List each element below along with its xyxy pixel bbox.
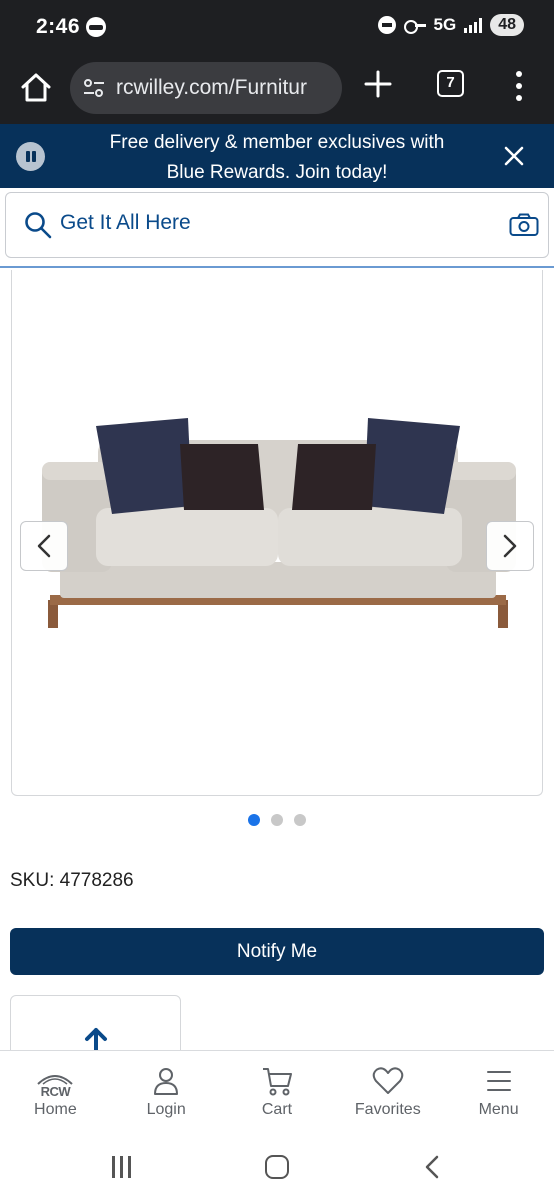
search-box[interactable]: Get It All Here xyxy=(5,192,549,258)
nav-label: Home xyxy=(34,1101,77,1118)
recent-apps-icon[interactable] xyxy=(110,1156,134,1178)
pagination-dot[interactable] xyxy=(294,814,306,826)
status-indicators: 5G 48 xyxy=(377,14,524,36)
heart-icon xyxy=(372,1067,404,1094)
search-input[interactable]: Get It All Here xyxy=(60,211,191,235)
new-tab-icon[interactable] xyxy=(360,66,396,102)
nav-menu[interactable]: Menu xyxy=(443,1051,554,1127)
rcw-logo-icon: RCW xyxy=(35,1071,75,1099)
system-navigation-bar xyxy=(0,1126,554,1200)
status-time: 2:46 xyxy=(36,15,81,38)
app-notification-icon xyxy=(86,17,106,37)
signal-icon xyxy=(464,17,483,33)
sku-label: SKU: xyxy=(10,870,55,891)
notify-me-button[interactable]: Notify Me xyxy=(10,928,544,975)
sku-value: 4778286 xyxy=(59,870,134,891)
network-type: 5G xyxy=(433,15,457,34)
nav-label: Cart xyxy=(261,1101,293,1118)
nav-label: Favorites xyxy=(354,1101,421,1118)
sofa-image xyxy=(42,418,516,628)
chevron-left-icon xyxy=(37,534,51,558)
person-icon xyxy=(154,1068,179,1095)
browser-toolbar: rcwilley.com/Furnitur 7 xyxy=(0,54,554,124)
product-image-gallery[interactable] xyxy=(11,270,543,796)
status-bar: 2:46 5G 48 xyxy=(0,0,554,54)
nav-label: Login xyxy=(146,1101,186,1118)
pause-icon[interactable] xyxy=(16,142,45,171)
nav-label: Menu xyxy=(478,1101,519,1118)
hamburger-icon xyxy=(486,1071,511,1091)
cart-icon xyxy=(262,1068,292,1096)
promo-line-2: Blue Rewards. Join today! xyxy=(166,162,388,183)
site-settings-icon[interactable] xyxy=(82,76,106,100)
previous-image-button[interactable] xyxy=(20,521,68,571)
header-divider xyxy=(0,266,554,268)
promo-text[interactable]: Free delivery & member exclusives with B… xyxy=(60,128,494,188)
url-text: rcwilley.com/Furnitur xyxy=(116,76,307,99)
tab-switcher-button[interactable]: 7 xyxy=(437,70,464,97)
vpn-key-icon xyxy=(403,19,426,34)
system-home-icon[interactable] xyxy=(265,1155,289,1179)
bottom-nav: RCW Home Login Cart Favorites Menu xyxy=(0,1050,554,1126)
back-icon[interactable] xyxy=(420,1154,444,1180)
do-not-disturb-icon xyxy=(377,16,396,34)
more-options-icon[interactable] xyxy=(505,66,533,106)
pagination-dot[interactable] xyxy=(248,814,260,826)
battery-badge: 48 xyxy=(490,14,524,36)
promo-banner: Free delivery & member exclusives with B… xyxy=(0,124,554,188)
next-image-button[interactable] xyxy=(486,521,534,571)
nav-cart[interactable]: Cart xyxy=(222,1051,333,1127)
nav-login[interactable]: Login xyxy=(111,1051,222,1127)
url-bar[interactable]: rcwilley.com/Furnitur xyxy=(70,62,342,114)
sku-line: SKU: 4778286 xyxy=(10,870,134,892)
gallery-pagination xyxy=(0,814,554,826)
close-icon[interactable] xyxy=(500,142,528,170)
promo-line-1: Free delivery & member exclusives with xyxy=(109,132,445,153)
home-icon[interactable] xyxy=(14,66,58,110)
rcw-logo-text: RCW xyxy=(40,1084,71,1099)
chevron-right-icon xyxy=(503,534,517,558)
nav-home[interactable]: RCW Home xyxy=(0,1051,111,1127)
pagination-dot[interactable] xyxy=(271,814,283,826)
search-icon xyxy=(25,212,52,239)
camera-icon[interactable] xyxy=(509,213,539,237)
nav-favorites[interactable]: Favorites xyxy=(332,1051,443,1127)
